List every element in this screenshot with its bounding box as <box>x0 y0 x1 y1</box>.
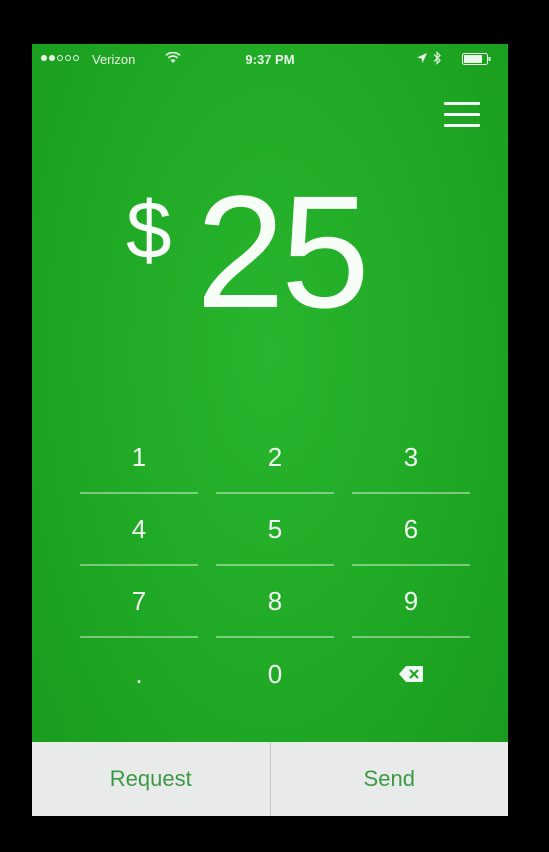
key-2[interactable]: 2 <box>216 422 334 494</box>
device-frame: Verizon 9:37 PM $ 25 1 2 3 4 5 6 7 8 9 .… <box>0 0 549 852</box>
amount-value: 25 <box>196 162 370 341</box>
menu-line <box>444 124 480 127</box>
hamburger-menu-icon[interactable] <box>444 102 480 130</box>
action-bar: Request Send <box>32 742 508 816</box>
battery-icon <box>462 53 491 65</box>
status-bar: Verizon 9:37 PM <box>32 44 508 74</box>
currency-symbol: $ <box>126 185 172 276</box>
key-8[interactable]: 8 <box>216 566 334 638</box>
bluetooth-icon <box>433 51 441 65</box>
key-1[interactable]: 1 <box>80 422 198 494</box>
location-icon <box>417 53 427 63</box>
amount-display: $ 25 <box>32 172 508 342</box>
key-0[interactable]: 0 <box>216 638 334 710</box>
key-5[interactable]: 5 <box>216 494 334 566</box>
key-decimal[interactable]: . <box>80 638 198 710</box>
send-button[interactable]: Send <box>271 742 509 816</box>
number-keypad: 1 2 3 4 5 6 7 8 9 . 0 <box>80 422 472 710</box>
key-9[interactable]: 9 <box>352 566 470 638</box>
menu-line <box>444 102 480 105</box>
request-button[interactable]: Request <box>32 742 270 816</box>
key-3[interactable]: 3 <box>352 422 470 494</box>
menu-line <box>444 113 480 116</box>
backspace-key[interactable] <box>352 638 470 710</box>
key-4[interactable]: 4 <box>80 494 198 566</box>
key-6[interactable]: 6 <box>352 494 470 566</box>
key-7[interactable]: 7 <box>80 566 198 638</box>
backspace-icon <box>399 666 423 682</box>
app-screen: Verizon 9:37 PM $ 25 1 2 3 4 5 6 7 8 9 .… <box>32 44 508 816</box>
